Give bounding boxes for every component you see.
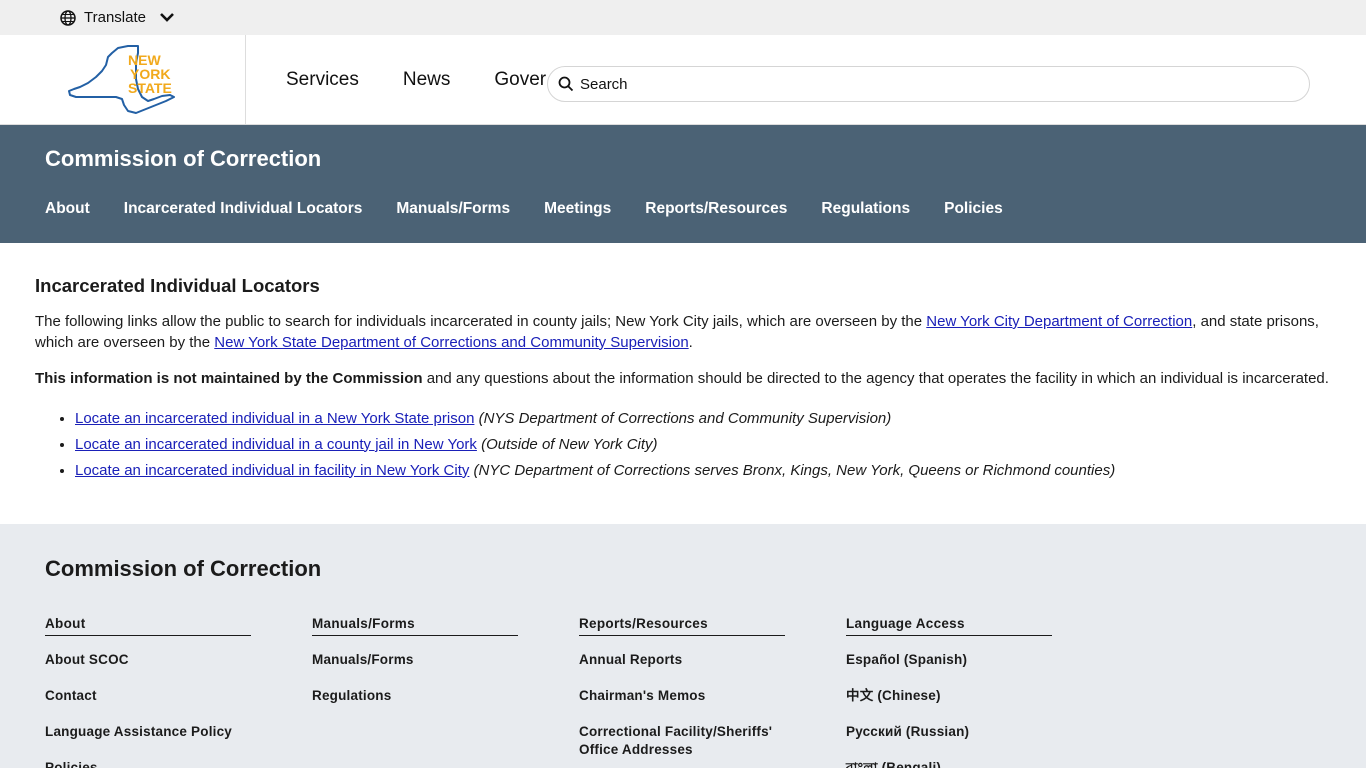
translate-button[interactable]: Translate xyxy=(60,9,180,26)
nys-logo[interactable]: NEW YORK STATE xyxy=(0,35,246,124)
locator-link-nyc-facility[interactable]: Locate an incarcerated individual in fac… xyxy=(75,462,469,479)
footer-title: Commission of Correction xyxy=(45,556,322,581)
footer-link[interactable]: বাংলা (Bengali) xyxy=(846,759,1052,768)
nav-news[interactable]: News xyxy=(403,69,451,91)
footer-link[interactable]: Manuals/Forms xyxy=(312,651,518,669)
list-item: Locate an incarcerated individual in fac… xyxy=(75,458,1331,484)
page-title: Incarcerated Individual Locators xyxy=(35,275,320,296)
locator-note: (NYC Department of Corrections serves Br… xyxy=(469,461,1116,479)
footer-col-heading[interactable]: Manuals/Forms xyxy=(312,616,518,636)
locator-link-county-jail[interactable]: Locate an incarcerated individual in a c… xyxy=(75,436,477,453)
footer-columns: About About SCOC Contact Language Assist… xyxy=(45,616,1366,768)
locator-link-state-prison[interactable]: Locate an incarcerated individual in a N… xyxy=(75,410,474,427)
intro-paragraph: The following links allow the public to … xyxy=(35,312,1331,353)
nys-state-outline-logo: NEW YORK STATE xyxy=(68,44,175,114)
search-icon xyxy=(558,76,574,92)
agency-nav-reports[interactable]: Reports/Resources xyxy=(645,200,787,218)
agency-band: Commission of Correction About Incarcera… xyxy=(0,125,1366,243)
globe-icon xyxy=(60,9,76,26)
footer-link[interactable]: Policies xyxy=(45,759,251,768)
footer-link[interactable]: Annual Reports xyxy=(579,651,785,669)
locator-note: (Outside of New York City) xyxy=(476,435,658,453)
footer-link[interactable]: Русский (Russian) xyxy=(846,723,1052,741)
footer-col-about: About About SCOC Contact Language Assist… xyxy=(45,616,251,768)
footer-col-heading[interactable]: Reports/Resources xyxy=(579,616,785,636)
agency-nav-regulations[interactable]: Regulations xyxy=(821,200,910,218)
locator-list: Locate an incarcerated individual in a N… xyxy=(75,406,1331,484)
footer-col-manuals: Manuals/Forms Manuals/Forms Regulations xyxy=(312,616,518,768)
footer-link[interactable]: Español (Spanish) xyxy=(846,651,1052,669)
list-item: Locate an incarcerated individual in a c… xyxy=(75,432,1331,458)
main-nav: Services News Government xyxy=(246,35,546,124)
disclaimer-paragraph: This information is not maintained by th… xyxy=(35,369,1331,390)
agency-nav-manuals[interactable]: Manuals/Forms xyxy=(396,200,510,218)
footer-link[interactable]: About SCOC xyxy=(45,651,251,669)
nav-services[interactable]: Services xyxy=(286,69,359,91)
site-footer: Commission of Correction About About SCO… xyxy=(0,524,1366,768)
chevron-down-icon xyxy=(160,12,174,22)
footer-link[interactable]: Language Assistance Policy xyxy=(45,723,251,741)
footer-link[interactable]: Contact xyxy=(45,687,251,705)
agency-nav: About Incarcerated Individual Locators M… xyxy=(45,200,1366,218)
agency-nav-meetings[interactable]: Meetings xyxy=(544,200,611,218)
agency-title[interactable]: Commission of Correction xyxy=(45,125,1366,200)
agency-nav-locators[interactable]: Incarcerated Individual Locators xyxy=(124,200,363,218)
translate-bar: Translate xyxy=(0,0,1366,35)
footer-link[interactable]: 中文 (Chinese) xyxy=(846,687,1052,705)
nys-doccs-link[interactable]: New York State Department of Corrections… xyxy=(214,334,688,351)
agency-nav-about[interactable]: About xyxy=(45,200,90,218)
footer-link[interactable]: Regulations xyxy=(312,687,518,705)
main-content: Incarcerated Individual Locators The fol… xyxy=(0,243,1366,524)
footer-link[interactable]: Correctional Facility/Sheriffs' Office A… xyxy=(579,723,785,759)
disclaimer-bold: This information is not maintained by th… xyxy=(35,370,423,387)
translate-label: Translate xyxy=(84,9,146,26)
svg-text:STATE: STATE xyxy=(128,80,172,96)
footer-col-heading[interactable]: Language Access xyxy=(846,616,1052,636)
footer-col-language: Language Access Español (Spanish) 中文 (Ch… xyxy=(846,616,1052,768)
search-box[interactable] xyxy=(547,66,1310,102)
footer-link[interactable]: Chairman's Memos xyxy=(579,687,785,705)
intro-text: The following links allow the public to … xyxy=(35,313,927,330)
locator-note: (NYS Department of Corrections and Commu… xyxy=(474,409,892,427)
disclaimer-text: and any questions about the information … xyxy=(422,370,1329,387)
footer-col-heading[interactable]: About xyxy=(45,616,251,636)
intro-text-end: . xyxy=(688,333,693,351)
list-item: Locate an incarcerated individual in a N… xyxy=(75,406,1331,432)
search-input[interactable] xyxy=(580,75,1260,93)
agency-nav-policies[interactable]: Policies xyxy=(944,200,1003,218)
nyc-doc-link[interactable]: New York City Department of Correction xyxy=(926,313,1192,330)
site-header: NEW YORK STATE Services News Government xyxy=(0,35,1366,125)
nav-government[interactable]: Government xyxy=(494,69,546,91)
footer-col-reports: Reports/Resources Annual Reports Chairma… xyxy=(579,616,785,768)
